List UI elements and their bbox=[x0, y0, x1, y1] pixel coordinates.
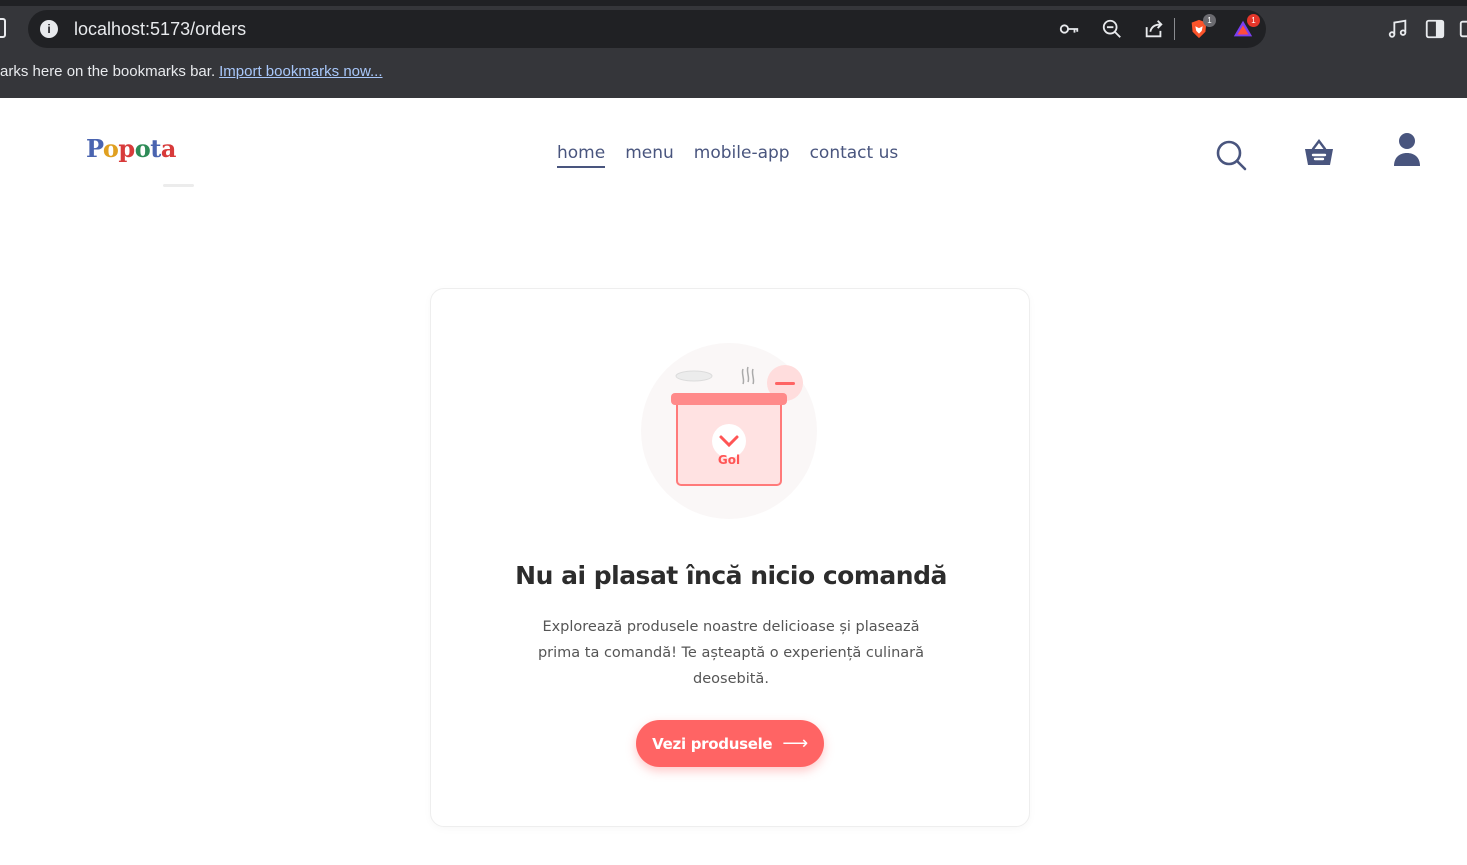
rewards-badge: 1 bbox=[1247, 14, 1260, 27]
address-url[interactable]: localhost:5173/orders bbox=[74, 18, 246, 40]
bookmarks-hint: arks here on the bookmarks bar. bbox=[0, 63, 216, 80]
import-bookmarks-link[interactable]: Import bookmarks now... bbox=[219, 63, 382, 80]
bookmarks-bar: arks here on the bookmarks bar. Import bo… bbox=[0, 62, 383, 82]
view-products-button[interactable]: Vezi produsele ⟶ bbox=[636, 720, 824, 767]
key-icon[interactable] bbox=[1058, 18, 1080, 40]
empty-description: Explorează produsele noastre delicioase … bbox=[537, 619, 925, 687]
omnibox-separator bbox=[1174, 18, 1175, 40]
tab-strip-edge bbox=[0, 0, 1467, 6]
zoom-out-icon[interactable] bbox=[1101, 18, 1123, 40]
arrow-right-icon: ⟶ bbox=[782, 733, 808, 754]
share-icon[interactable] bbox=[1143, 18, 1165, 40]
empty-orders-card: Gol Nu ai plasat încă nicio comandă Expl… bbox=[430, 288, 1030, 827]
main-nav: home menu mobile-app contact us bbox=[557, 143, 898, 168]
tab-icon[interactable] bbox=[0, 18, 6, 38]
nav-home[interactable]: home bbox=[557, 143, 606, 168]
basket-icon[interactable] bbox=[1303, 137, 1335, 169]
window-icon[interactable] bbox=[1458, 18, 1467, 40]
nav-mobile-app[interactable]: mobile-app bbox=[694, 143, 790, 168]
brave-rewards-icon[interactable]: 1 bbox=[1232, 14, 1260, 40]
search-icon[interactable] bbox=[1215, 139, 1247, 171]
brave-shields-icon[interactable]: 1 bbox=[1188, 14, 1216, 40]
logo-underline bbox=[163, 184, 194, 187]
illustration-label: Gol bbox=[718, 453, 740, 467]
user-icon[interactable] bbox=[1392, 132, 1422, 168]
shields-badge: 1 bbox=[1203, 14, 1216, 27]
empty-title: Nu ai plasat încă nicio comandă bbox=[515, 561, 947, 590]
sidebar-toggle-icon[interactable] bbox=[1424, 18, 1446, 40]
view-products-label: Vezi produsele bbox=[652, 734, 773, 753]
empty-box-illustration: Gol bbox=[641, 343, 817, 519]
nav-menu[interactable]: menu bbox=[625, 143, 674, 168]
media-controls-icon[interactable] bbox=[1387, 18, 1409, 40]
browser-chrome: i localhost:5173/orders 1 1 arks here on… bbox=[0, 0, 1467, 98]
nav-contact-us[interactable]: contact us bbox=[810, 143, 899, 168]
site-logo[interactable]: Popota bbox=[86, 134, 176, 163]
address-bar[interactable]: i localhost:5173/orders 1 1 bbox=[28, 10, 1266, 48]
site-info-icon[interactable]: i bbox=[40, 20, 58, 38]
